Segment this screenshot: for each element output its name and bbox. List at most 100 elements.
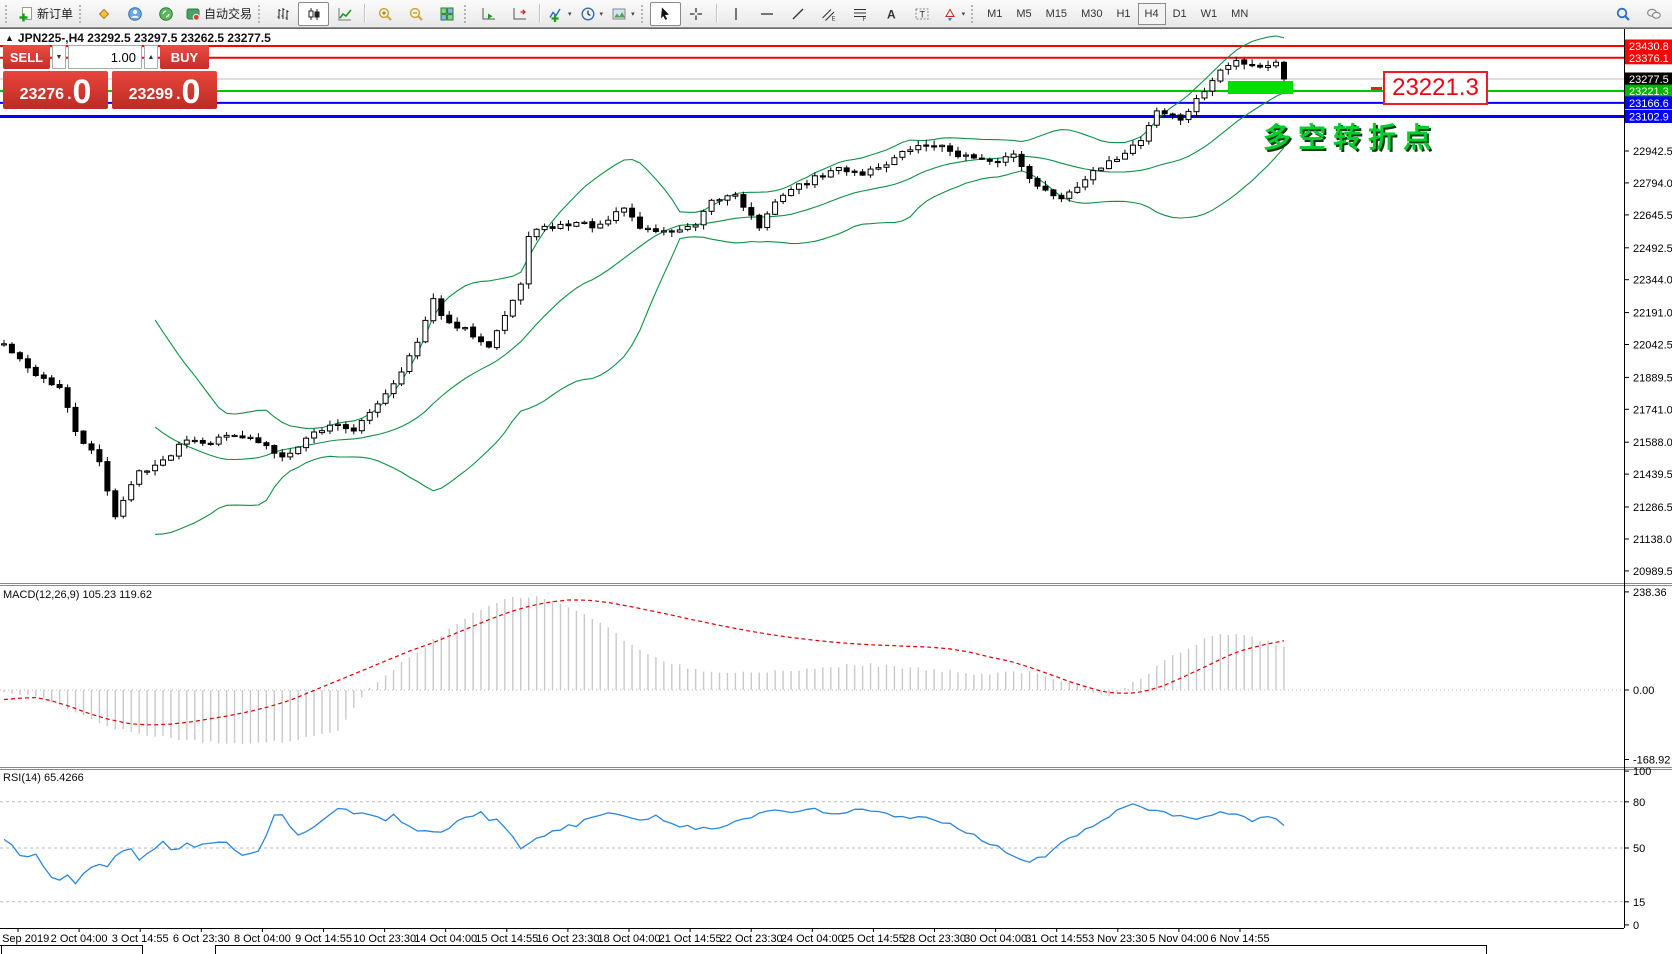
buy-button[interactable]: BUY bbox=[160, 45, 209, 69]
timeframe-button-m15[interactable]: M15 bbox=[1039, 3, 1074, 25]
timeframe-button-h4[interactable]: H4 bbox=[1138, 3, 1166, 25]
time-label: 28 Oct 23:30 bbox=[903, 933, 966, 945]
svg-text:22042.5: 22042.5 bbox=[1633, 340, 1672, 352]
svg-text:22794.0: 22794.0 bbox=[1633, 178, 1672, 190]
chart-shift-button[interactable] bbox=[504, 2, 535, 26]
bottom-strip-box bbox=[215, 945, 1487, 954]
timeframe-button-m5[interactable]: M5 bbox=[1009, 3, 1038, 25]
toolbar-drag-handle[interactable] bbox=[5, 5, 10, 23]
chart-window[interactable]: 22942.522794.022645.522492.522344.022191… bbox=[0, 28, 1672, 954]
svg-text:21741.0: 21741.0 bbox=[1633, 404, 1672, 416]
sell-price-display[interactable]: 23276.0 bbox=[3, 71, 108, 109]
svg-text:22492.5: 22492.5 bbox=[1633, 243, 1672, 255]
sell-button[interactable]: SELL bbox=[3, 45, 50, 69]
green-rectangle-object[interactable] bbox=[1228, 81, 1293, 94]
chinese-annotation-text[interactable]: 多空转折点 bbox=[1263, 116, 1438, 156]
chart-canvas[interactable]: 22942.522794.022645.522492.522344.022191… bbox=[0, 28, 1672, 954]
price-tags: 23430.823376.123277.523221.323166.623102… bbox=[1625, 40, 1672, 124]
svg-text:22191.0: 22191.0 bbox=[1633, 308, 1672, 320]
rsi-indicator-label: RSI(14) 65.4266 bbox=[3, 772, 84, 784]
shapes-tool-button[interactable]: ▾ bbox=[938, 2, 970, 26]
svg-text:21138.0: 21138.0 bbox=[1633, 534, 1672, 546]
zoom-in-button[interactable] bbox=[369, 2, 400, 26]
trendline-tool-button[interactable] bbox=[783, 2, 814, 26]
chart-symbol-title: ▲ JPN225-,H4 23292.5 23297.5 23262.5 232… bbox=[5, 31, 271, 45]
chat-button[interactable] bbox=[1638, 2, 1669, 26]
svg-text:T: T bbox=[920, 9, 926, 19]
channel-tool-button[interactable]: E bbox=[814, 2, 845, 26]
time-label: 21 Oct 14:55 bbox=[659, 933, 722, 945]
toolbar-drag-handle[interactable] bbox=[971, 5, 976, 23]
bars-chart-icon bbox=[275, 6, 291, 22]
svg-text:15: 15 bbox=[1633, 897, 1645, 909]
channel-icon: E bbox=[821, 6, 837, 22]
zoom-out-button[interactable] bbox=[400, 2, 431, 26]
time-label: 3 Oct 14:55 bbox=[112, 933, 169, 945]
sell-price-main: 23276 bbox=[20, 87, 65, 103]
timeframe-button-m1[interactable]: M1 bbox=[980, 3, 1009, 25]
label-tool-button[interactable]: T bbox=[907, 2, 938, 26]
volume-input[interactable]: 1.00 bbox=[68, 45, 142, 69]
cursor-tool-button[interactable] bbox=[650, 2, 681, 26]
toolbar-drag-handle[interactable] bbox=[79, 5, 84, 23]
bar-chart-mode-button[interactable] bbox=[267, 2, 298, 26]
search-icon bbox=[1615, 6, 1631, 22]
toolbar-drag-handle[interactable] bbox=[464, 5, 469, 23]
time-label: 14 Oct 04:00 bbox=[414, 933, 477, 945]
svg-text:100: 100 bbox=[1633, 766, 1651, 778]
crosshair-tool-button[interactable] bbox=[681, 2, 712, 26]
symbol-ohlc-text: JPN225-,H4 23292.5 23297.5 23262.5 23277… bbox=[18, 31, 271, 45]
trendline-icon bbox=[790, 6, 806, 22]
time-label: 18 Oct 04:00 bbox=[598, 933, 661, 945]
timeframe-button-m30[interactable]: M30 bbox=[1074, 3, 1109, 25]
buy-price-display[interactable]: 23299.0 bbox=[112, 71, 217, 109]
search-button[interactable] bbox=[1607, 2, 1638, 26]
indicators-icon bbox=[548, 6, 564, 22]
price-callout-label[interactable]: 23221.3 bbox=[1383, 71, 1488, 105]
text-tool-button[interactable]: A bbox=[876, 2, 907, 26]
volume-decrease-button[interactable]: ▼ bbox=[52, 45, 66, 69]
time-label: 6 Nov 14:55 bbox=[1210, 933, 1269, 945]
volume-increase-button[interactable]: ▲ bbox=[144, 45, 158, 69]
charts-stack-icon bbox=[96, 6, 112, 22]
tile-windows-button[interactable] bbox=[431, 2, 462, 26]
svg-text:22645.5: 22645.5 bbox=[1633, 210, 1672, 222]
svg-text:80: 80 bbox=[1633, 797, 1645, 809]
indicators-button[interactable]: ▾ bbox=[544, 2, 576, 26]
new-order-button[interactable]: 新订单 bbox=[14, 2, 77, 26]
chart-shift-icon bbox=[512, 6, 528, 22]
buy-price-main: 23299 bbox=[129, 87, 174, 103]
svg-text:20989.5: 20989.5 bbox=[1633, 566, 1672, 578]
timeframe-button-mn[interactable]: MN bbox=[1224, 3, 1255, 25]
svg-text:23166.6: 23166.6 bbox=[1629, 98, 1669, 110]
timeframe-button-d1[interactable]: D1 bbox=[1166, 3, 1194, 25]
svg-text:23102.9: 23102.9 bbox=[1629, 112, 1669, 124]
candlestick-mode-button[interactable] bbox=[298, 2, 329, 26]
profile-button[interactable] bbox=[119, 2, 150, 26]
toolbar-separator bbox=[364, 4, 365, 23]
horizontal-line-tool-button[interactable] bbox=[752, 2, 783, 26]
svg-text:A: A bbox=[887, 7, 896, 21]
timeframe-button-h1[interactable]: H1 bbox=[1109, 3, 1137, 25]
toolbar-drag-handle[interactable] bbox=[258, 5, 263, 23]
toolbar-drag-handle[interactable] bbox=[641, 5, 646, 23]
signals-button[interactable] bbox=[150, 2, 181, 26]
macd-indicator-label: MACD(12,26,9) 105.23 119.62 bbox=[3, 589, 152, 601]
new-order-icon bbox=[18, 6, 34, 22]
fibonacci-tool-button[interactable]: F bbox=[845, 2, 876, 26]
toolbar-separator bbox=[539, 4, 540, 23]
periods-button[interactable]: ▾ bbox=[576, 2, 608, 26]
auto-scroll-button[interactable] bbox=[473, 2, 504, 26]
templates-button[interactable]: ▾ bbox=[607, 2, 639, 26]
charts-stack-button[interactable] bbox=[88, 2, 119, 26]
time-label: 9 Oct 14:55 bbox=[295, 933, 352, 945]
svg-text:22344.0: 22344.0 bbox=[1633, 275, 1672, 287]
autotrading-button[interactable]: 自动交易 bbox=[181, 2, 256, 26]
timeframe-button-w1[interactable]: W1 bbox=[1194, 3, 1225, 25]
callout-pointer-dash bbox=[1371, 87, 1382, 90]
one-click-trade-panel: SELL ▼ 1.00 ▲ BUY 23276.0 23299.0 bbox=[3, 45, 217, 109]
line-chart-mode-button[interactable] bbox=[329, 2, 360, 26]
svg-text:238.36: 238.36 bbox=[1633, 587, 1667, 599]
svg-text:21286.5: 21286.5 bbox=[1633, 502, 1672, 514]
vertical-line-tool-button[interactable] bbox=[721, 2, 752, 26]
